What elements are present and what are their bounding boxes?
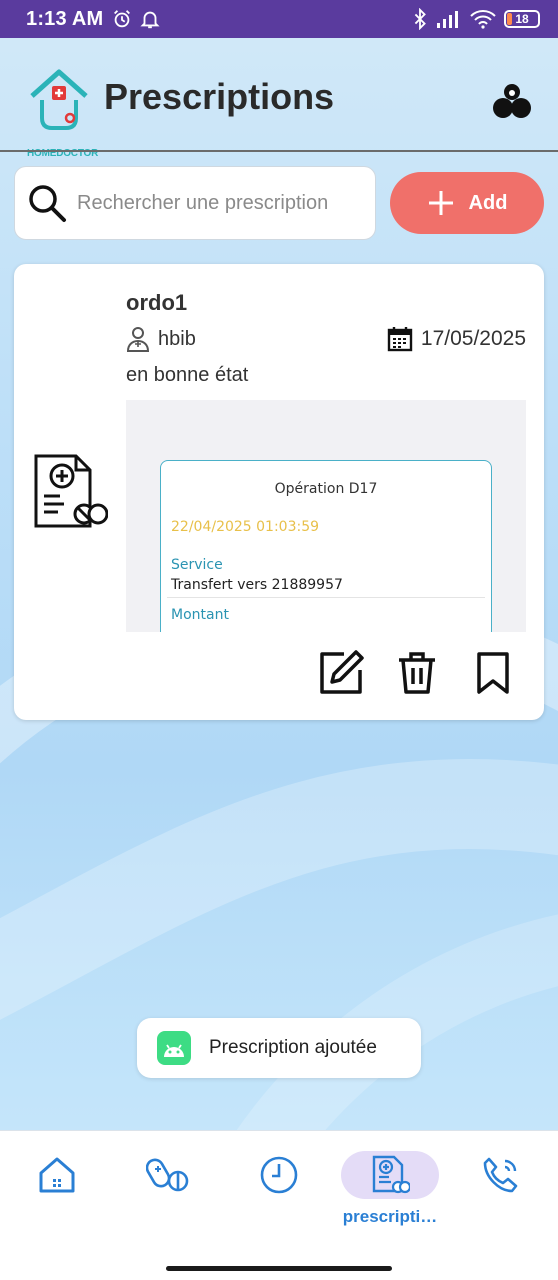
- receipt-service-value: Transfert vers 21889957: [171, 577, 343, 593]
- doctor-name: hbib: [158, 327, 196, 350]
- nav-home[interactable]: [17, 1151, 97, 1231]
- card-actions: [316, 648, 518, 698]
- search-input[interactable]: [77, 191, 357, 215]
- nav-prescriptions[interactable]: prescripti…: [341, 1151, 439, 1231]
- receipt-amount-label: Montant: [171, 607, 229, 623]
- header-divider: [0, 150, 558, 152]
- bookmark-icon: [477, 652, 509, 694]
- profile-button[interactable]: [490, 80, 534, 120]
- nav-home-pill: [8, 1151, 106, 1199]
- prescription-document-icon: [34, 454, 108, 528]
- bookmark-button[interactable]: [468, 648, 518, 698]
- nav-contact[interactable]: [461, 1151, 541, 1231]
- app-header: HOMEDOCTOR Prescriptions: [0, 38, 558, 159]
- receipt-service-label: Service: [171, 557, 223, 573]
- user-icon: [493, 84, 531, 118]
- delete-button[interactable]: [392, 648, 442, 698]
- add-button-label: Add: [468, 191, 508, 214]
- receipt-divider: [167, 597, 485, 598]
- receipt-datetime: 22/04/2025 01:03:59: [171, 519, 320, 535]
- android-app-icon: [157, 1031, 191, 1065]
- prescription-card[interactable]: ordo1 hbib 17/05/2025 en bonne état Opér…: [14, 264, 544, 720]
- nav-prescriptions-pill: [341, 1151, 439, 1199]
- plus-icon: [428, 191, 453, 215]
- battery-icon: 18: [504, 10, 540, 28]
- nav-medications[interactable]: [128, 1151, 208, 1231]
- toast-message: Prescription ajoutée: [209, 1037, 377, 1058]
- signal-icon: [437, 11, 458, 28]
- doctor-icon: [126, 327, 150, 352]
- clock-icon: [260, 1156, 298, 1194]
- battery-level: 18: [515, 12, 529, 26]
- nav-history[interactable]: [239, 1151, 319, 1231]
- edit-icon: [320, 650, 364, 694]
- prescription-description: en bonne état: [126, 364, 249, 386]
- prescription-doctor: hbib: [126, 326, 196, 352]
- toast-notification: Prescription ajoutée: [137, 1018, 421, 1078]
- phone-icon: [483, 1157, 518, 1193]
- nav-medications-pill: [119, 1151, 217, 1199]
- bluetooth-icon: [414, 8, 426, 30]
- date-value: 17/05/2025: [420, 327, 526, 350]
- home-indicator: [166, 1266, 392, 1271]
- search-box[interactable]: [14, 166, 376, 240]
- prescription-date: 17/05/2025: [387, 326, 526, 352]
- page-title: Prescriptions: [104, 76, 335, 117]
- prescription-title: ordo1: [126, 290, 188, 315]
- status-bar: 1:13 AM 18: [0, 0, 558, 38]
- nav-prescriptions-label: prescripti…: [342, 1207, 438, 1226]
- trash-icon: [399, 652, 435, 694]
- calendar-icon: [387, 327, 413, 352]
- search-icon: [29, 185, 66, 222]
- add-button[interactable]: Add: [390, 172, 544, 234]
- receipt-card: Opération D17 22/04/2025 01:03:59 Servic…: [160, 460, 492, 632]
- receipt-heading: Opération D17: [274, 481, 378, 497]
- bottom-navigation: prescripti…: [0, 1130, 558, 1280]
- homedoctor-logo: [30, 69, 88, 130]
- edit-button[interactable]: [316, 648, 366, 698]
- pills-icon: [146, 1158, 189, 1192]
- home-icon: [39, 1157, 75, 1193]
- prescription-icon: [372, 1155, 410, 1194]
- status-time: 1:13 AM: [26, 7, 104, 30]
- nav-history-pill: [230, 1151, 328, 1199]
- wifi-icon: [470, 10, 496, 29]
- bell-icon: [140, 11, 160, 29]
- nav-contact-pill: [452, 1151, 550, 1199]
- prescription-image[interactable]: Opération D17 22/04/2025 01:03:59 Servic…: [126, 400, 526, 632]
- alarm-icon: [114, 10, 131, 28]
